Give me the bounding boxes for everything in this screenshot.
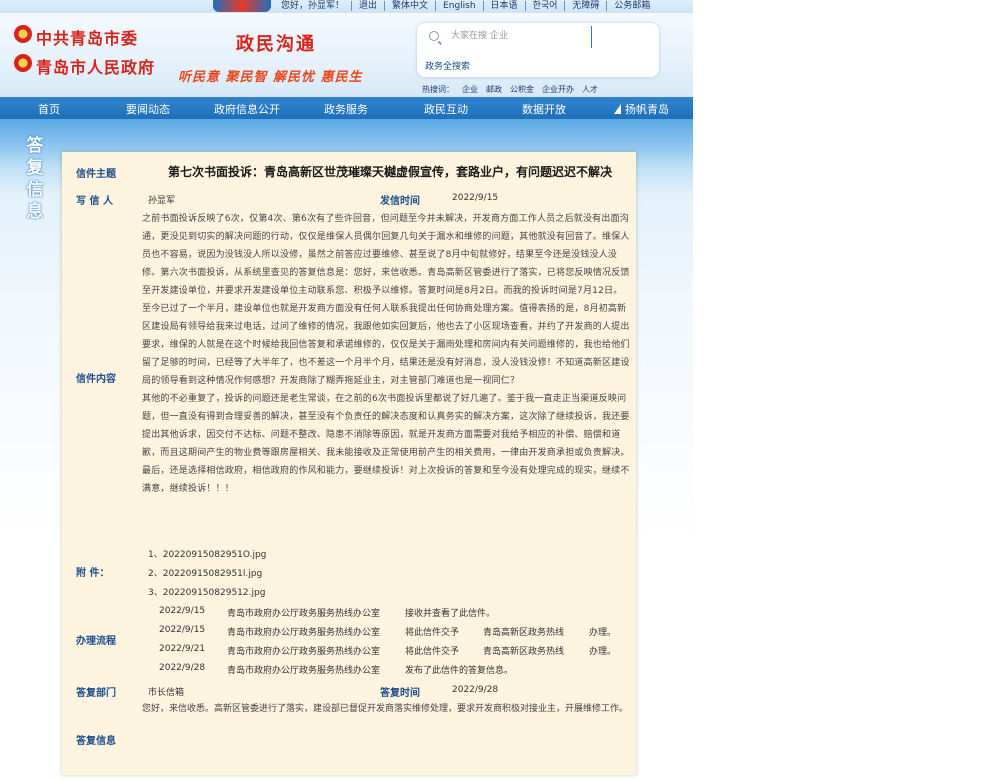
- hot-search-label: 热搜词：: [422, 85, 454, 94]
- attachment-link[interactable]: 3、202209150829512.jpg: [148, 585, 265, 598]
- flow-department: 青岛市政府办公厅政务服务热线办公室: [227, 647, 381, 657]
- reply-dept: 市长信箱: [148, 688, 185, 698]
- letter-subject: 第七次书面投诉：青岛高新区世茂璀璨天樾虚假宣传，套路业户，有问题迟迟不解决: [168, 165, 613, 179]
- party-committee-name: 中共青岛市委: [36, 29, 139, 48]
- flow-date: 2022/9/15: [159, 625, 206, 635]
- party-emblem-icon: [14, 25, 32, 43]
- sent-time-label: 发信时间: [380, 196, 420, 207]
- flow-action: 接收并查看了此信件。: [405, 609, 496, 619]
- national-emblem-icon: [14, 54, 32, 72]
- hot-word-link[interactable]: 企业: [462, 84, 478, 95]
- nav-news[interactable]: 要闻动态: [126, 101, 170, 117]
- flow-date: 2022/9/15: [159, 606, 206, 616]
- flow-target: 青岛高新区政务热线: [483, 647, 565, 657]
- page: 您好，孙显军！ 退出 繁体中文 English 日本语 한국어 无障碍 公务邮箱…: [0, 0, 693, 781]
- sent-date: 2022/9/15: [452, 193, 499, 203]
- nav-gov-services[interactable]: 政务服务: [324, 101, 368, 117]
- hot-search-words: 热搜词： 企业 邮政 公积金 企业开办 人才: [422, 84, 598, 95]
- search-scope-label[interactable]: 政务全搜索: [425, 59, 470, 72]
- nav-open-data[interactable]: 数据开放: [522, 101, 566, 117]
- greeting-text: 您好，孙显军！: [281, 1, 345, 11]
- letter-panel: 信件主题 第七次书面投诉：青岛高新区世茂璀璨天樾虚假宣传，套路业户，有问题迟迟不…: [62, 152, 636, 775]
- flow-action: 将此信件交予: [405, 647, 460, 657]
- search-icon[interactable]: [429, 31, 439, 41]
- content-paragraph: 其他的不必重复了，投诉的问题还是老生常谈，在之前的6次书面投诉里都说了好几遍了。…: [142, 394, 630, 458]
- attachment-link[interactable]: 2、20220915082951l.jpg: [148, 566, 262, 579]
- writer-label: 写 信 人: [76, 196, 113, 207]
- flow-action: 将此信件交予: [405, 628, 460, 638]
- hot-word-link[interactable]: 公积金: [510, 84, 534, 95]
- traditional-chinese-link[interactable]: 繁体中文: [384, 1, 435, 11]
- nav-interaction[interactable]: 政民互动: [424, 101, 468, 117]
- reply-content: 您好，来信收悉。高新区管委进行了落实，建设部已督促开发商落实维修处理，要求开发商…: [142, 704, 629, 714]
- top-links: 您好，孙显军！ 退出 繁体中文 English 日本语 한국어 无障碍 公务邮箱: [274, 0, 657, 12]
- search-input[interactable]: [449, 27, 593, 45]
- flow-date: 2022/9/28: [159, 663, 206, 673]
- hot-word-link[interactable]: 企业开办: [542, 84, 574, 95]
- government-name: 青岛市人民政府: [36, 58, 156, 77]
- attachment-label: 附 件：: [76, 568, 110, 579]
- letter-content: 之前书面投诉反映了6次，仅第4次、第6次有了些许回音，但问题至今并未解决，开发商…: [142, 210, 630, 498]
- sail-icon: [614, 104, 621, 114]
- attachment-link[interactable]: 1、20220915082951O.jpg: [148, 547, 266, 560]
- hot-word-link[interactable]: 邮政: [486, 84, 502, 95]
- flow-department: 青岛市政府办公厅政务服务热线办公室: [227, 666, 381, 676]
- search-box: 政务全搜索: [417, 23, 659, 77]
- nav-yangfan-qingdao[interactable]: 扬帆青岛: [614, 101, 669, 117]
- nav-yangfan-label: 扬帆青岛: [625, 103, 669, 116]
- process-flow-label: 办理流程: [76, 636, 116, 647]
- gov-mail-link[interactable]: 公务邮箱: [606, 1, 657, 11]
- japanese-link[interactable]: 日本语: [482, 1, 525, 11]
- logout-link[interactable]: 退出: [351, 1, 384, 11]
- flow-suffix: 办理。: [589, 628, 617, 638]
- reply-info-label: 答复信息: [76, 736, 116, 747]
- flow-target: 青岛高新区政务热线: [483, 628, 565, 638]
- main-nav: 首页 要闻动态 政府信息公开 政务服务 政民互动 数据开放 扬帆青岛: [0, 97, 693, 119]
- nav-home[interactable]: 首页: [38, 101, 60, 117]
- header: 中共青岛市委 青岛市人民政府 政民沟通 听民意 聚民智 解民忧 惠民生 政务全搜…: [0, 13, 693, 97]
- flow-action: 发布了此信件的答复信息。: [405, 666, 514, 676]
- section-title: 政民沟通: [236, 34, 316, 55]
- flow-department: 青岛市政府办公厅政务服务热线办公室: [227, 628, 381, 638]
- writer-name: 孙显军: [148, 196, 176, 206]
- accessibility-link[interactable]: 无障碍: [564, 1, 606, 11]
- side-section-label: 答复信息: [26, 136, 44, 222]
- subject-label: 信件主题: [76, 169, 116, 180]
- flow-date: 2022/9/21: [159, 644, 206, 654]
- site-logo[interactable]: [213, 0, 271, 12]
- content-label: 信件内容: [76, 374, 116, 385]
- korean-link[interactable]: 한국어: [524, 1, 565, 11]
- flow-department: 青岛市政府办公厅政务服务热线办公室: [227, 609, 381, 619]
- reply-dept-label: 答复部门: [76, 688, 116, 699]
- english-link[interactable]: English: [435, 1, 483, 11]
- search-caret: [591, 26, 592, 48]
- flow-suffix: 办理。: [589, 647, 617, 657]
- section-slogan: 听民意 聚民智 解民忧 惠民生: [178, 70, 363, 85]
- reply-time: 2022/9/28: [452, 685, 499, 695]
- content-paragraph: 之前书面投诉反映了6次，仅第4次、第6次有了些许回音，但问题至今并未解决，开发商…: [142, 214, 630, 386]
- nav-gov-info[interactable]: 政府信息公开: [214, 101, 280, 117]
- reply-time-label: 答复时间: [380, 688, 420, 699]
- top-utility-bar: 您好，孙显军！ 退出 繁体中文 English 日本语 한국어 无障碍 公务邮箱: [0, 0, 693, 13]
- hot-word-link[interactable]: 人才: [582, 84, 598, 95]
- content-paragraph: 最后，还是选择相信政府，相信政府的作风和能力，要继续投诉！对上次投诉的答复和至今…: [142, 466, 630, 494]
